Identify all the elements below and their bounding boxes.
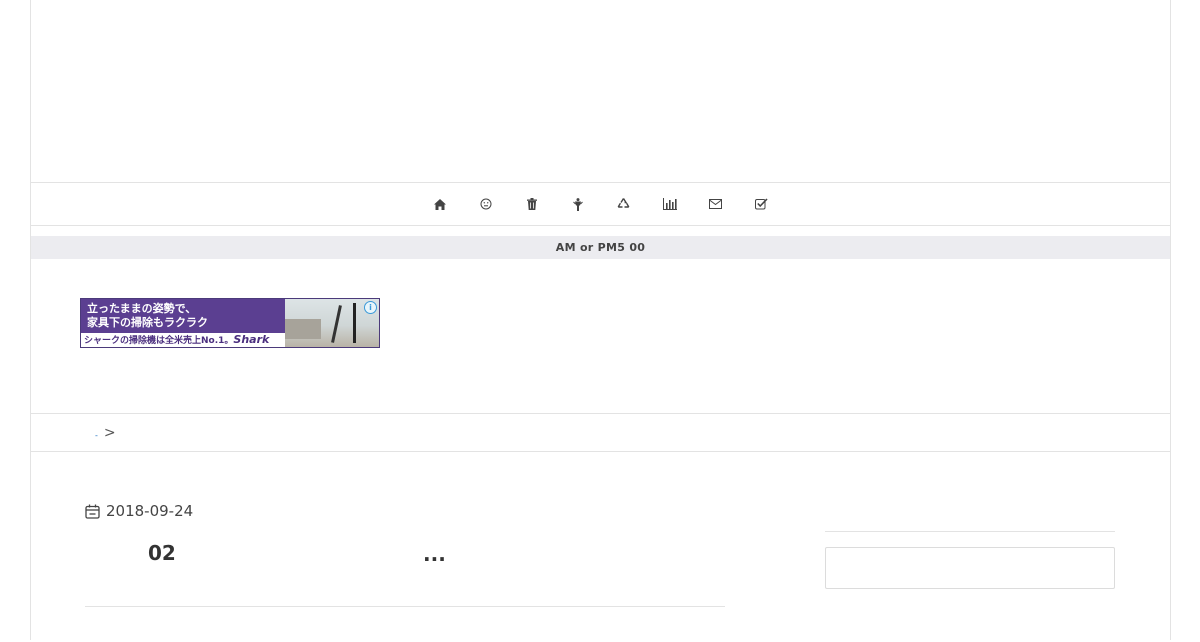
sidebar-divider	[825, 531, 1115, 532]
calendar-icon	[85, 504, 100, 519]
ad-info-icon[interactable]: i	[364, 301, 377, 314]
nav-recycle[interactable]	[601, 183, 647, 225]
nav-smiley[interactable]	[463, 183, 509, 225]
smiley-icon	[480, 198, 491, 210]
person-icon	[572, 197, 583, 211]
nav-person[interactable]	[555, 183, 601, 225]
ad-line1: 立ったままの姿勢で、	[87, 302, 197, 315]
ad-line2: 家具下の掃除もラクラク	[87, 316, 208, 329]
recycle-icon	[617, 198, 630, 208]
ad-footer-text: シャークの掃除機は全米売上No.1。	[84, 336, 234, 346]
check-square-icon	[755, 198, 768, 210]
main-content: 2018-09-24 02 ...	[31, 452, 1170, 642]
breadcrumb: - >	[31, 414, 1170, 452]
ad-footer: シャークの掃除機は全米売上No.1。Shark	[81, 333, 290, 347]
nav-trash[interactable]	[509, 183, 555, 225]
ad-area: 立ったままの姿勢で、 家具下の掃除もラクラク シャークの掃除機は全米売上No.1…	[31, 259, 1170, 414]
breadcrumb-home-link[interactable]: -	[95, 431, 98, 440]
ad-headline: 立ったままの姿勢で、 家具下の掃除もラクラク	[87, 302, 208, 330]
nav-stats[interactable]	[647, 183, 693, 225]
post-date-text: 2018-09-24	[106, 502, 194, 520]
notice-bar: AM or PM5 00	[31, 236, 1170, 259]
post-title[interactable]: 02	[148, 541, 176, 565]
trash-icon	[526, 198, 537, 210]
home-icon	[433, 198, 446, 210]
breadcrumb-separator: >	[103, 424, 116, 441]
page-container: AM or PM5 00 立ったままの姿勢で、 家具下の掃除もラクラク シャーク…	[30, 0, 1171, 640]
global-nav	[31, 183, 1170, 226]
notice-text: AM or PM5 00	[555, 241, 646, 254]
sidebar-search-box[interactable]	[825, 547, 1115, 589]
bar-chart-icon	[662, 198, 677, 210]
post-divider	[85, 606, 725, 607]
nav-check[interactable]	[739, 183, 785, 225]
post-title-ellipsis: ...	[423, 542, 446, 566]
ad-banner[interactable]: 立ったままの姿勢で、 家具下の掃除もラクラク シャークの掃除機は全米売上No.1…	[80, 298, 380, 348]
nav-home[interactable]	[417, 183, 463, 225]
header-blank-area	[31, 0, 1170, 183]
nav-mail[interactable]	[693, 183, 739, 225]
post-date: 2018-09-24	[85, 502, 193, 520]
envelope-icon	[709, 199, 722, 209]
ad-brand-logo: Shark	[233, 333, 270, 346]
